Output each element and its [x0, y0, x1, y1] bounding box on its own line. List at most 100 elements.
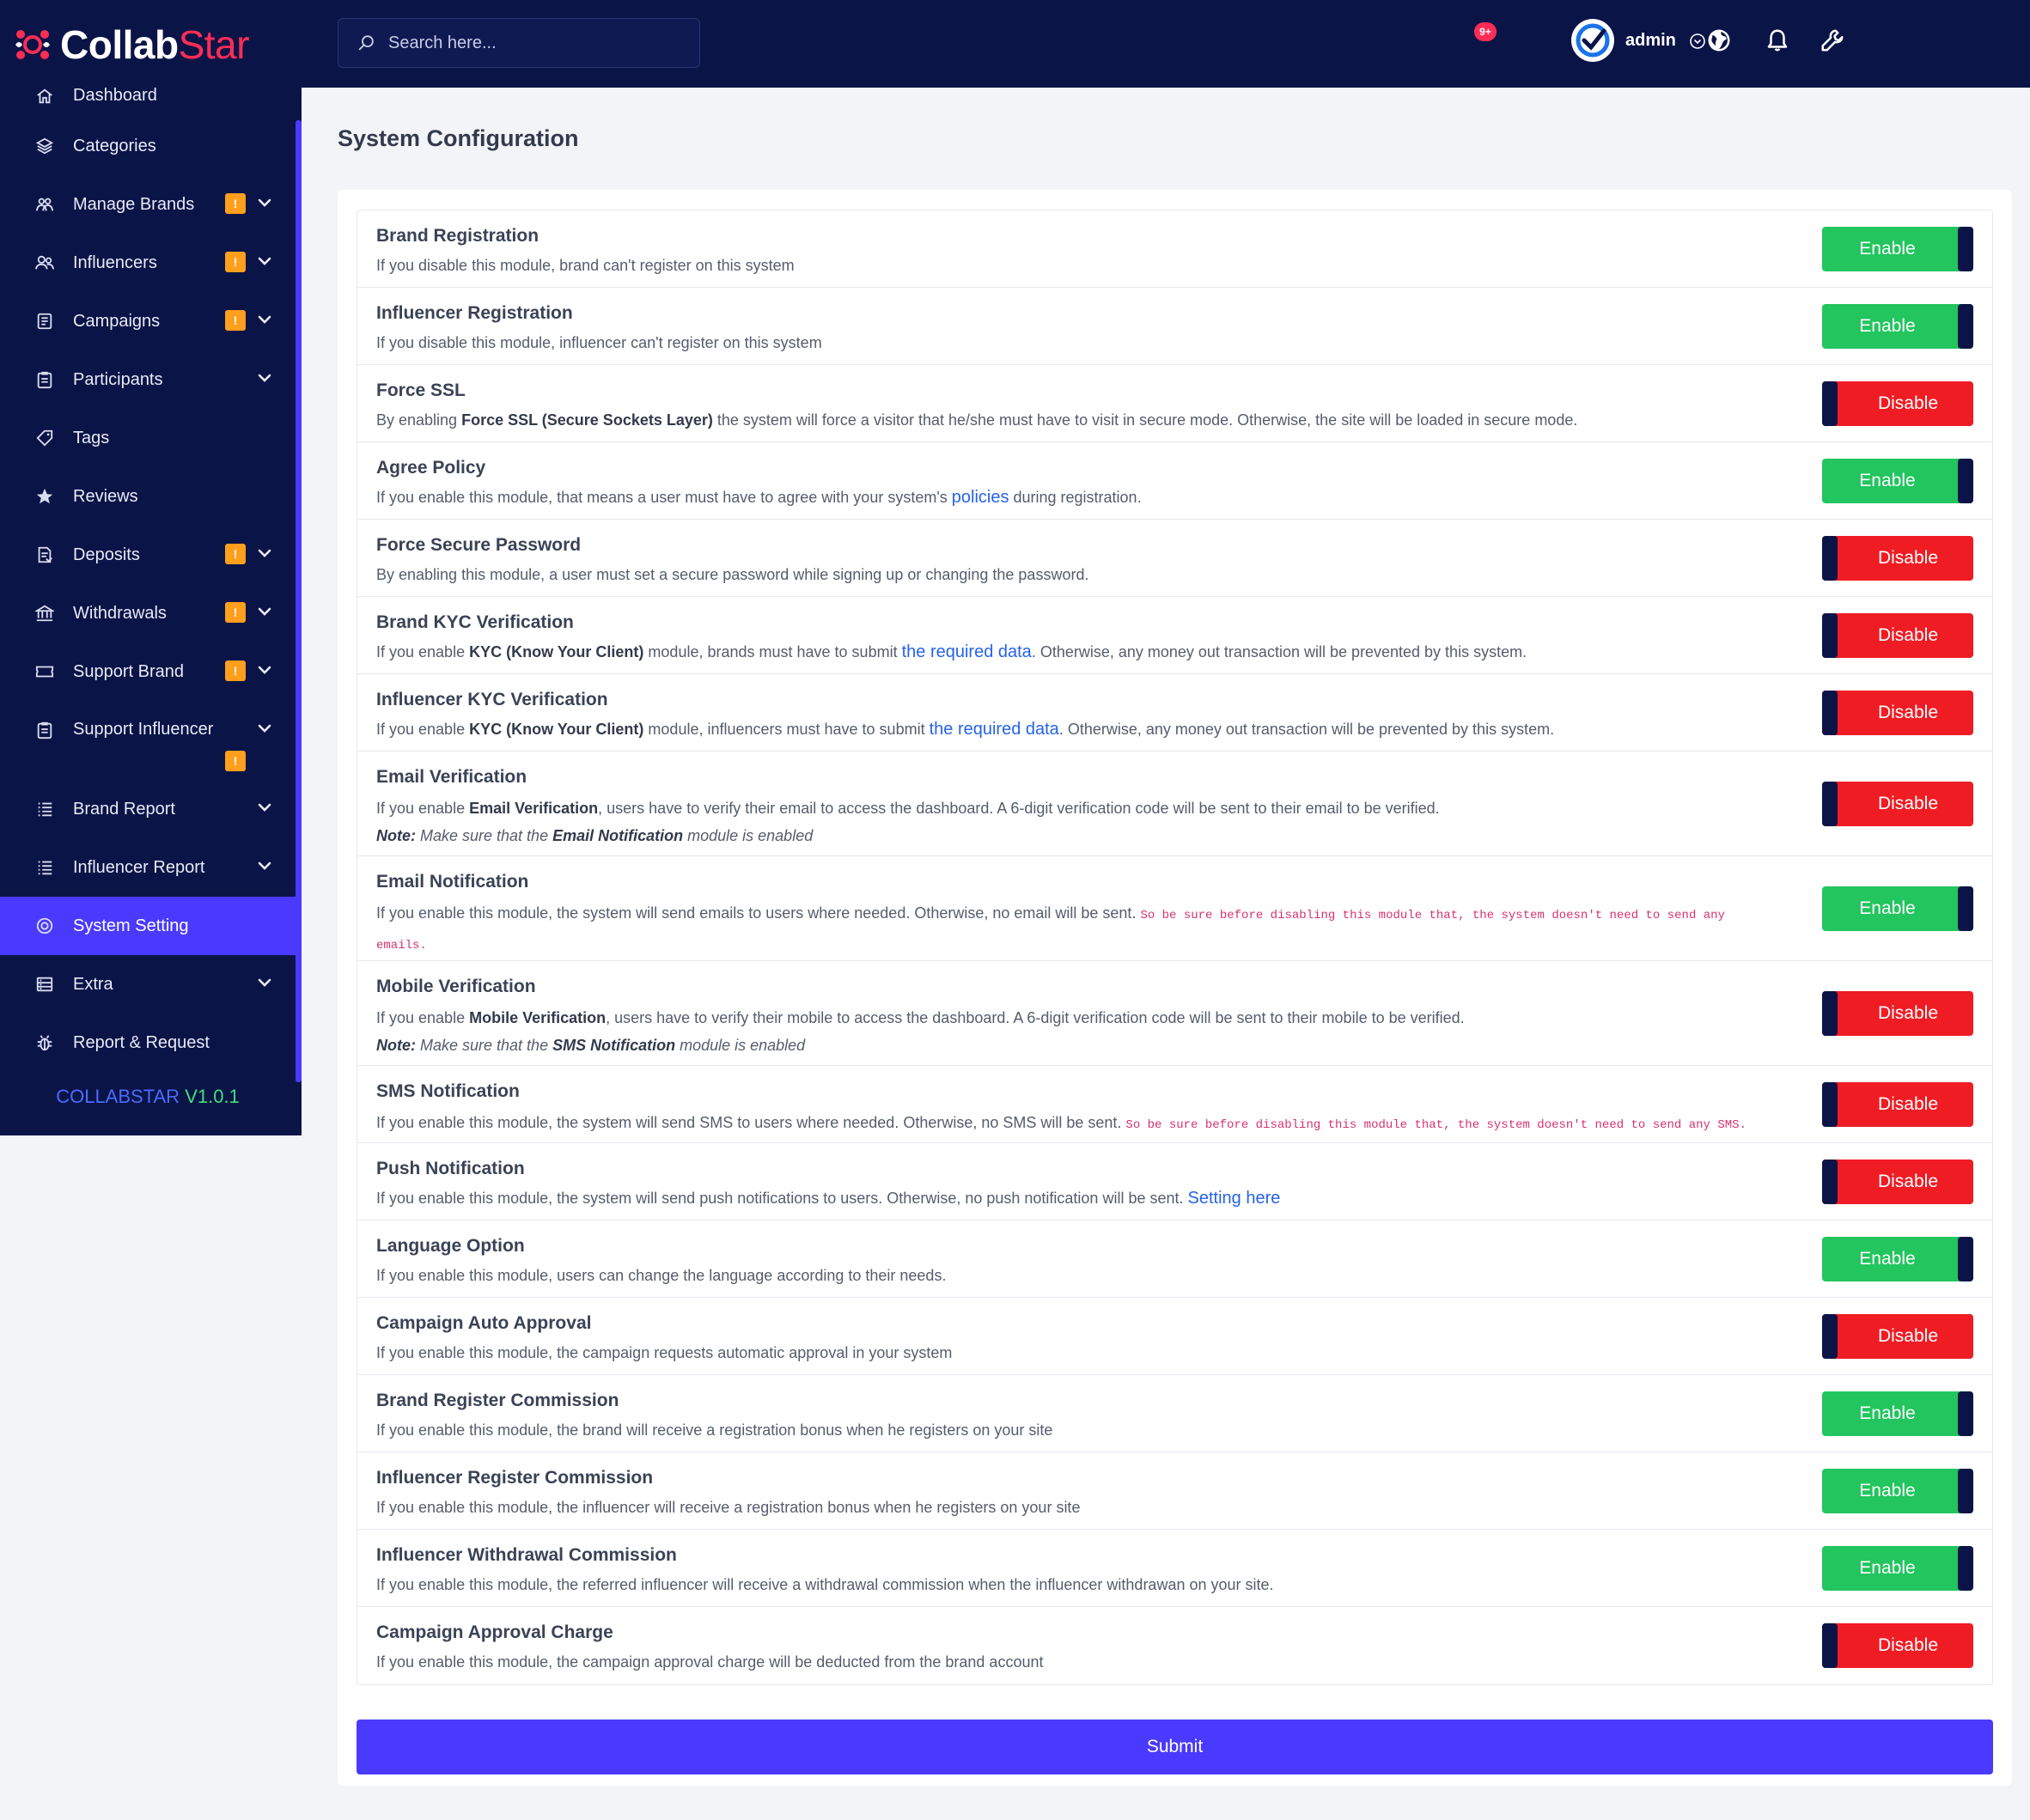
chevron-down-icon[interactable]	[256, 253, 273, 270]
config-row-agree-policy: Agree Policy If you enable this module, t…	[357, 442, 1992, 520]
chevron-down-icon[interactable]	[256, 545, 273, 562]
chevron-down-icon[interactable]	[256, 799, 273, 816]
alert-badge: !	[225, 193, 246, 214]
chevron-down-icon[interactable]	[256, 369, 273, 387]
row-title: Campaign Auto Approval	[376, 1313, 592, 1333]
row-title: Brand Register Commission	[376, 1391, 619, 1410]
desc-text: If you disable this module, brand can't …	[376, 257, 795, 274]
influencer-kyc-verification-toggle[interactable]: Disable	[1822, 691, 1973, 735]
config-row-influencer-registration: Influencer Registration If you disable th…	[357, 288, 1992, 365]
config-row-brand-kyc-verification: Brand KYC Verification If you enable KYC …	[357, 597, 1992, 674]
mobile-verification-toggle[interactable]: Disable	[1822, 991, 1973, 1036]
config-row-force-secure-password: Force Secure Password By enabling this mo…	[357, 520, 1992, 597]
row-note: Note: Make sure that the SMS Notificatio…	[376, 1032, 1973, 1059]
version-label: COLLABSTAR V1.0.1	[0, 1072, 296, 1108]
chevron-down-icon[interactable]	[256, 661, 273, 679]
agree-policy-toggle[interactable]: Enable	[1822, 459, 1973, 503]
campaign-approval-charge-toggle[interactable]: Disable	[1822, 1623, 1973, 1668]
avatar[interactable]	[1571, 19, 1614, 62]
desc-text: If you enable this module, the influence…	[376, 1499, 1081, 1516]
submit-button[interactable]: Submit	[357, 1720, 1993, 1774]
sidebar-item-influencers[interactable]: Influencers!	[0, 234, 296, 292]
sidebar-item-withdrawals[interactable]: Withdrawals!	[0, 584, 296, 642]
toggle-label: Enable	[1859, 1249, 1916, 1269]
config-row-email-verification: Email Verification If you enable Email Ve…	[357, 752, 1992, 856]
row-description: If you disable this module, influencer c…	[376, 329, 1768, 356]
desc-bold: Mobile Verification	[469, 1009, 607, 1026]
search-input[interactable]	[388, 33, 672, 53]
toggle-knob	[1822, 1314, 1838, 1359]
desc-link[interactable]: the required data	[902, 642, 1032, 661]
chevron-down-icon[interactable]	[256, 194, 273, 211]
user-name[interactable]: admin	[1625, 31, 1676, 51]
brand-kyc-verification-toggle[interactable]: Disable	[1822, 613, 1973, 658]
sidebar-item-system-setting[interactable]: System Setting	[0, 897, 296, 955]
desc-link[interactable]: the required data	[930, 720, 1059, 739]
note-module: Email Notification	[552, 827, 684, 844]
sidebar-item-label: Influencers	[73, 253, 157, 272]
sidebar-scrollbar[interactable]	[296, 120, 302, 1082]
note-label: Note:	[376, 827, 416, 844]
list-icon	[34, 857, 55, 878]
force-secure-password-toggle[interactable]: Disable	[1822, 536, 1973, 581]
sidebar-item-dashboard[interactable]: Dashboard	[0, 76, 296, 117]
influencer-register-commission-toggle[interactable]: Enable	[1822, 1469, 1973, 1513]
sidebar-item-influencer-report[interactable]: Influencer Report	[0, 838, 296, 897]
user-menu-chevron-icon[interactable]	[1689, 33, 1706, 50]
language-option-toggle[interactable]: Enable	[1822, 1237, 1973, 1281]
desc-link[interactable]: policies	[952, 488, 1009, 507]
config-row-brand-register-commission: Brand Register Commission If you enable t…	[357, 1375, 1992, 1452]
toggle-knob	[1958, 1469, 1973, 1513]
sidebar-item-reviews[interactable]: Reviews	[0, 467, 296, 526]
email-notification-toggle[interactable]: Enable	[1822, 886, 1973, 931]
wrench-icon[interactable]	[1820, 27, 1845, 53]
config-row-brand-registration: Brand Registration If you disable this mo…	[357, 210, 1992, 288]
influencer-withdrawal-commission-toggle[interactable]: Enable	[1822, 1546, 1973, 1591]
sidebar-item-participants[interactable]: Participants	[0, 350, 296, 409]
influencer-registration-toggle[interactable]: Enable	[1822, 304, 1973, 349]
row-title: SMS Notification	[376, 1081, 520, 1101]
sidebar-item-brand-report[interactable]: Brand Report	[0, 780, 296, 838]
chevron-down-icon[interactable]	[256, 311, 273, 328]
toggle-label: Enable	[1859, 471, 1916, 490]
sms-notification-toggle[interactable]: Disable	[1822, 1082, 1973, 1127]
chevron-down-icon[interactable]	[256, 720, 273, 737]
sidebar-item-categories[interactable]: Categories	[0, 117, 296, 175]
home-icon	[34, 86, 55, 107]
email-verification-toggle[interactable]: Disable	[1822, 782, 1973, 826]
toggle-knob	[1958, 1546, 1973, 1591]
desc-link[interactable]: Setting here	[1188, 1189, 1281, 1208]
sidebar-item-support-influencer[interactable]: Support Influencer!	[0, 701, 296, 780]
row-title: Force Secure Password	[376, 535, 582, 555]
row-description: If you enable this module, the brand wil…	[376, 1416, 1768, 1444]
chevron-down-icon[interactable]	[256, 974, 273, 991]
sidebar-item-campaigns[interactable]: Campaigns!	[0, 292, 296, 350]
sidebar-item-report-request[interactable]: Report & Request	[0, 1013, 296, 1072]
row-description: By enabling this module, a user must set…	[376, 561, 1768, 588]
row-description: If you enable this module, the system wi…	[376, 1109, 1768, 1139]
force-ssl-toggle[interactable]: Disable	[1822, 381, 1973, 426]
bell-icon[interactable]	[1765, 27, 1790, 53]
toggle-label: Disable	[1877, 1172, 1939, 1191]
brand-registration-toggle[interactable]: Enable	[1822, 227, 1973, 271]
campaign-auto-approval-toggle[interactable]: Disable	[1822, 1314, 1973, 1359]
config-row-sms-notification: SMS Notification If you enable this modul…	[357, 1066, 1992, 1143]
sidebar-item-extra[interactable]: Extra	[0, 955, 296, 1013]
toggle-knob	[1958, 1237, 1973, 1281]
sidebar-item-tags[interactable]: Tags	[0, 409, 296, 467]
logo-text-part2: Star	[178, 22, 250, 67]
sidebar-nav: Dashboard Categories Manage Brands! Influen…	[0, 76, 296, 1108]
chevron-down-icon[interactable]	[256, 603, 273, 620]
globe-icon[interactable]	[1706, 27, 1732, 53]
sidebar-item-deposits[interactable]: Deposits!	[0, 526, 296, 584]
desc-text: If you enable	[376, 1009, 470, 1026]
sidebar-item-manage-brands[interactable]: Manage Brands!	[0, 175, 296, 234]
row-description: If you enable this module, the system wi…	[376, 1184, 1768, 1212]
brand-register-commission-toggle[interactable]: Enable	[1822, 1391, 1973, 1436]
sidebar-item-support-brand[interactable]: Support Brand!	[0, 642, 296, 701]
push-notification-toggle[interactable]: Disable	[1822, 1160, 1973, 1204]
search-box[interactable]	[338, 18, 700, 68]
star-icon	[34, 486, 55, 507]
chevron-down-icon[interactable]	[256, 857, 273, 874]
logo-text-part1: Collab	[60, 22, 179, 67]
